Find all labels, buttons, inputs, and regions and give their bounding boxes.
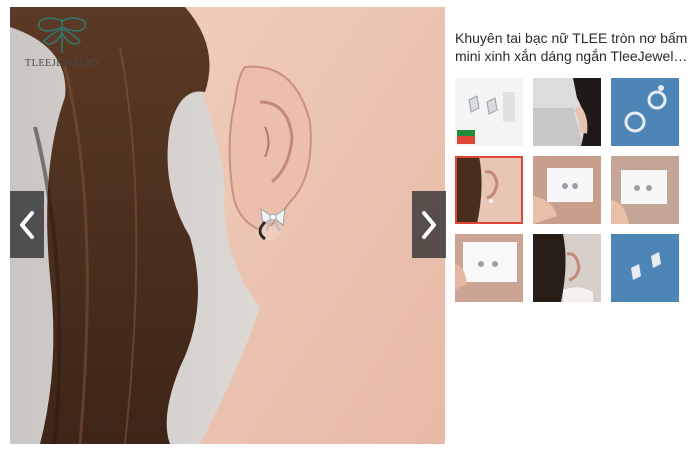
brand-logo: TLEEJEWELRY <box>22 15 102 73</box>
dragonfly-logo-icon <box>38 17 86 53</box>
product-side-panel: Khuyên tai bạc nữ TLEE tròn nơ bấm mini … <box>455 0 700 452</box>
next-image-button[interactable] <box>412 191 446 258</box>
thumbnail-5[interactable] <box>533 156 601 224</box>
product-title-line-1: Khuyên tai bạc nữ TLEE tròn nơ bấm <box>455 30 688 46</box>
thumbnail-7[interactable] <box>455 234 523 302</box>
thumbnail-2[interactable] <box>533 78 601 146</box>
chevron-right-icon <box>422 210 436 239</box>
prev-image-button[interactable] <box>10 191 44 258</box>
thumbnail-3[interactable] <box>611 78 679 146</box>
thumbnail-1[interactable] <box>455 78 523 146</box>
product-title-line-2: mini xinh xắn dáng ngắn TleeJewel… <box>455 48 688 64</box>
thumbnail-9[interactable] <box>611 234 679 302</box>
brand-name: TLEEJEWELRY <box>24 58 102 69</box>
thumbnail-6[interactable] <box>611 156 679 224</box>
main-product-image[interactable]: TLEEJEWELRY <box>10 7 445 444</box>
thumbnail-8[interactable] <box>533 234 601 302</box>
chevron-left-icon <box>20 210 34 239</box>
product-title[interactable]: Khuyên tai bạc nữ TLEE tròn nơ bấm mini … <box>455 29 697 65</box>
thumbnail-4[interactable] <box>455 156 523 224</box>
